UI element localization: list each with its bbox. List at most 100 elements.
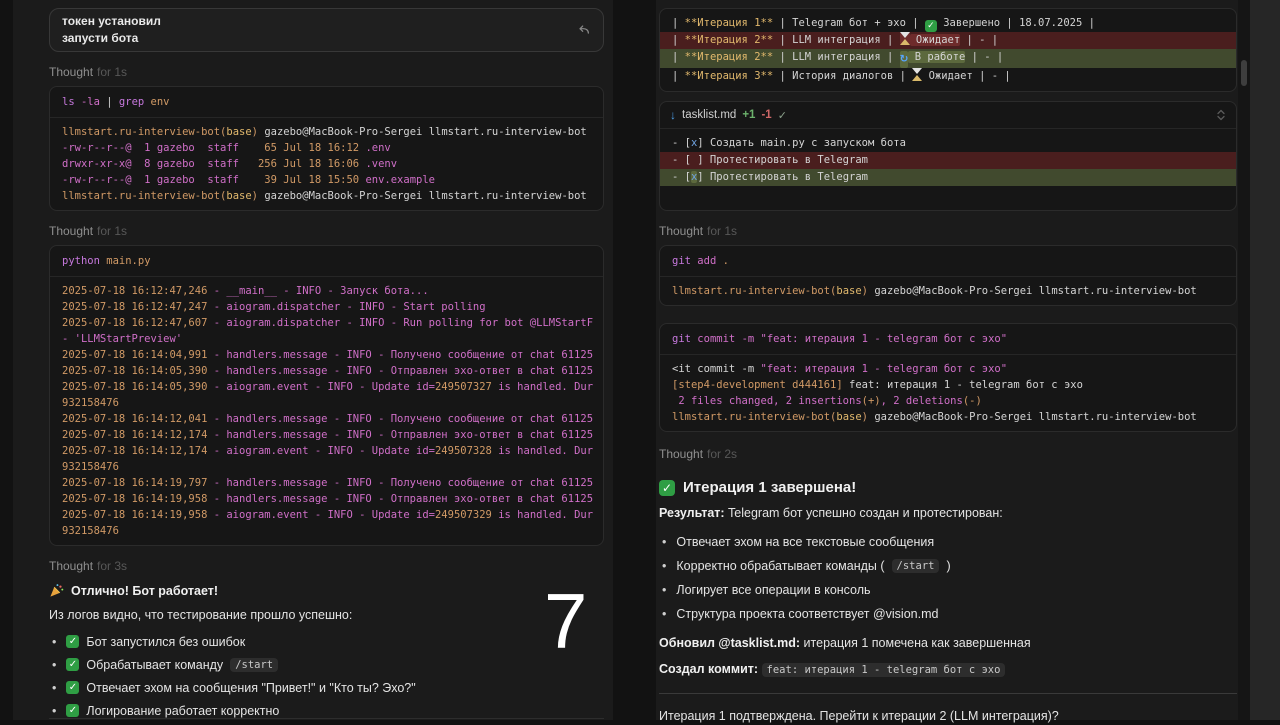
code-token: git	[672, 333, 698, 345]
code-token: (-)	[962, 395, 982, 407]
scrollbar-track[interactable]	[1238, 0, 1250, 720]
code-line: -rw-r--r--@ 1 gazebo staff 39 Jul 18 15:…	[50, 172, 603, 188]
file-diff-card: tasklist.md +1 -1 - [x] Создать main.py …	[659, 101, 1237, 211]
code-token: is handled. Dur	[491, 381, 594, 393]
code-token: 2025-07-18 16:14:12,174	[62, 429, 214, 441]
thought-label: Thought	[659, 447, 704, 461]
code-token: |	[672, 70, 685, 82]
code-token: 2025-07-18 16:12:47,607	[62, 317, 214, 329]
code-token: Ожидает	[909, 34, 961, 46]
code-token: python	[62, 255, 107, 267]
code-token: feat: итерация 1 - telegram бот с эхо	[849, 379, 1083, 391]
list-item-text: Бот запустился без ошибок	[86, 634, 246, 649]
terminal-command: git commit -m "feat: итерация 1 - telegr…	[660, 324, 1236, 355]
code-token: )	[251, 126, 265, 138]
terminal-command: git add .	[660, 246, 1236, 277]
code-token: - aiogram.event - INFO - Update id=	[213, 381, 435, 393]
party-popper-icon	[49, 583, 64, 598]
code-line: | **Итерация 1** | Telegram бот + эхо | …	[660, 15, 1236, 32]
code-token: - [ ] Протестировать в Telegram	[672, 154, 868, 166]
code-token: 932158476	[62, 461, 119, 473]
code-token: base	[836, 285, 862, 297]
terminal-card-python: python main.py 2025-07-18 16:12:47,246 -…	[49, 245, 604, 546]
result-heading-row: Отлично! Бот работает!	[49, 583, 604, 598]
code-token: (+)	[861, 395, 881, 407]
undo-icon[interactable]	[577, 23, 591, 37]
code-line: git add .	[672, 253, 1224, 269]
code-line: <it commit -m "feat: итерация 1 - telegr…	[660, 361, 1236, 377]
code-line: 2025-07-18 16:14:19,797 - handlers.messa…	[50, 475, 603, 491]
inline-code-chip: /start	[230, 657, 279, 672]
code-token: - [	[672, 171, 691, 183]
expand-icon[interactable]	[1216, 109, 1226, 121]
code-token: grep	[118, 96, 151, 108]
file-diff-header[interactable]: tasklist.md +1 -1	[660, 102, 1236, 129]
file-name: tasklist.md	[682, 109, 737, 121]
code-token: gazebo@MacBook-Pro-Sergei llmstart.ru-in…	[874, 285, 1197, 297]
thought-toggle[interactable]: Thought for 1s	[659, 224, 1237, 238]
list-item-text: Структура проекта соответствует @vision.…	[676, 607, 939, 621]
summary-heading-row: Итерация 1 завершена!	[659, 479, 1237, 496]
code-token: llmstart.ru-interview-bot(	[672, 285, 837, 297]
slide-number-7: 7	[544, 577, 588, 665]
code-line: - [ ] Протестировать в Telegram	[660, 152, 1236, 169]
thought-duration: for 1s	[97, 224, 128, 238]
scrollbar-thumb[interactable]	[1241, 60, 1247, 86]
user-message-line-1: токен установил	[62, 14, 161, 28]
code-line: 2025-07-18 16:14:12,174 - aiogram.event …	[50, 443, 603, 459]
code-token: 2025-07-18 16:14:04,991	[62, 349, 214, 361]
check-icon	[924, 20, 937, 32]
code-line: 2025-07-18 16:12:47,607 - aiogram.dispat…	[50, 315, 603, 331]
code-token: - __main__ - INFO - Запуск бота...	[213, 285, 429, 297]
code-token: .	[722, 255, 729, 267]
code-line: git commit -m "feat: итерация 1 - telegr…	[672, 331, 1224, 347]
code-token: 65 Jul 18 16:12	[264, 142, 366, 154]
summary-list: Отвечает эхом на все текстовые сообщения…	[659, 530, 1237, 626]
code-token: .venv	[365, 158, 398, 170]
code-line: 2025-07-18 16:14:12,174 - handlers.messa…	[50, 427, 603, 443]
code-line: -rw-r--r--@ 1 gazebo staff 65 Jul 18 16:…	[50, 140, 603, 156]
code-token: is handled. Dur	[491, 445, 594, 457]
list-item: Бот запустился без ошибок	[49, 630, 604, 653]
thought-toggle[interactable]: Thought for 1s	[49, 224, 604, 238]
code-token: base	[226, 190, 252, 202]
divider	[49, 718, 604, 719]
code-token: Завершено | 18.07.2025 |	[936, 17, 1095, 29]
code-token: 2025-07-18 16:14:19,797	[62, 477, 214, 489]
thought-toggle[interactable]: Thought for 1s	[49, 65, 604, 79]
list-item-text: Логирование работает корректно	[86, 703, 280, 718]
inline-code-chip: /start	[891, 559, 940, 573]
result-label: Результат:	[659, 506, 725, 520]
code-token: - aiogram.dispatcher - INFO - Start poll…	[213, 301, 486, 313]
code-token: env.example	[365, 174, 435, 186]
thought-label: Thought	[659, 224, 704, 238]
thought-toggle[interactable]: Thought for 3s	[49, 559, 604, 573]
updated-label: Обновил @tasklist.md:	[659, 636, 801, 650]
markdown-file-icon	[670, 108, 676, 122]
result-intro: Из логов видно, что тестирование прошло …	[49, 608, 353, 622]
code-line: llmstart.ru-interview-bot(base) gazebo@M…	[50, 188, 603, 204]
code-token: , 2 deletions	[880, 395, 963, 407]
list-item-text: )	[946, 559, 951, 573]
code-token: - handlers.message - INFO - Получено соо…	[213, 413, 594, 425]
code-line: 2025-07-18 16:14:19,958 - handlers.messa…	[50, 491, 603, 507]
code-token: Ожидает | - |	[922, 70, 1011, 82]
code-token: "feat: итерация 1 - telegram бот с эхо"	[760, 333, 1008, 345]
code-token: [step4-development d444161]	[672, 379, 850, 391]
code-token: 2025-07-18 16:12:47,246	[62, 285, 214, 297]
code-token: 2025-07-18 16:14:05,390	[62, 365, 214, 377]
result-text: Telegram бот успешно создан и протестиро…	[724, 506, 1003, 520]
code-token: gazebo@MacBook-Pro-Sergei llmstart.ru-in…	[264, 126, 587, 138]
code-token: -m	[741, 333, 761, 345]
list-item: Обрабатывает команду /start	[49, 653, 604, 676]
code-token: -rw-r--r--@ 1 gazebo staff	[62, 174, 265, 186]
check-icon	[659, 479, 675, 496]
code-token: | LLM интеграция |	[773, 51, 900, 63]
code-token: - [	[672, 137, 691, 149]
user-message-box[interactable]: токен установил запусти бота	[49, 8, 604, 52]
code-token: llmstart.ru-interview-bot(	[62, 126, 227, 138]
code-line: llmstart.ru-interview-bot(base) gazebo@M…	[660, 283, 1236, 299]
code-token: main.py	[106, 255, 151, 267]
list-item-text: Корректно обрабатывает команды (	[676, 559, 885, 573]
thought-toggle[interactable]: Thought for 2s	[659, 447, 1237, 461]
